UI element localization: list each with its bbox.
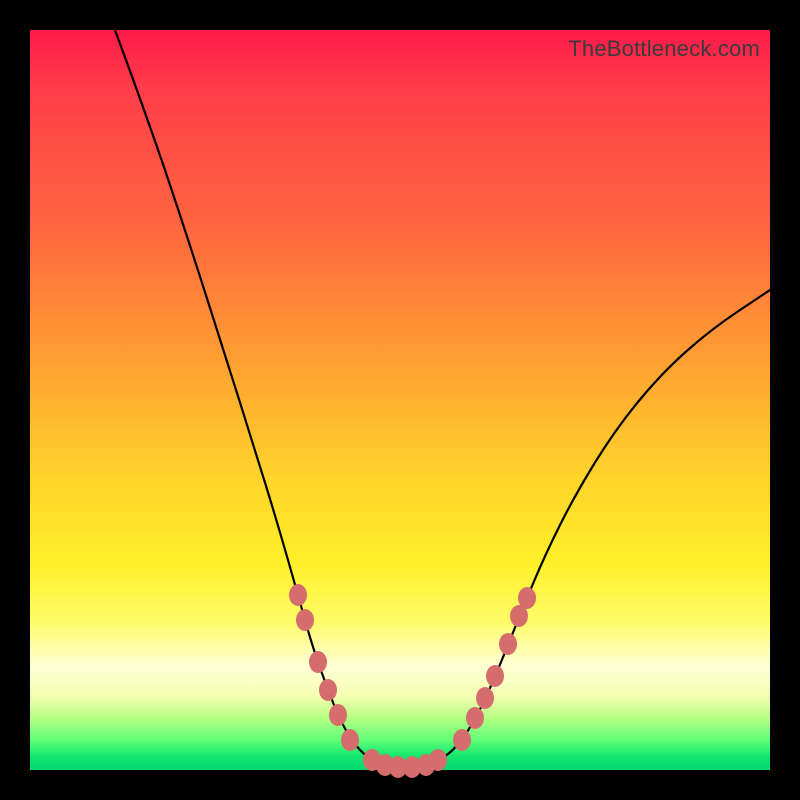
plot-area: TheBottleneck.com xyxy=(30,30,770,770)
data-marker xyxy=(289,584,307,606)
data-marker xyxy=(329,704,347,726)
curve-svg xyxy=(30,30,770,770)
data-marker xyxy=(499,633,517,655)
data-marker xyxy=(486,665,504,687)
data-marker xyxy=(466,707,484,729)
data-marker xyxy=(429,749,447,771)
bottleneck-curve xyxy=(115,30,770,767)
data-marker xyxy=(453,729,471,751)
data-marker xyxy=(518,587,536,609)
data-marker xyxy=(476,687,494,709)
marker-group xyxy=(289,584,536,778)
data-marker xyxy=(341,729,359,751)
data-marker xyxy=(296,609,314,631)
data-marker xyxy=(319,679,337,701)
data-marker xyxy=(309,651,327,673)
chart-frame: TheBottleneck.com xyxy=(0,0,800,800)
